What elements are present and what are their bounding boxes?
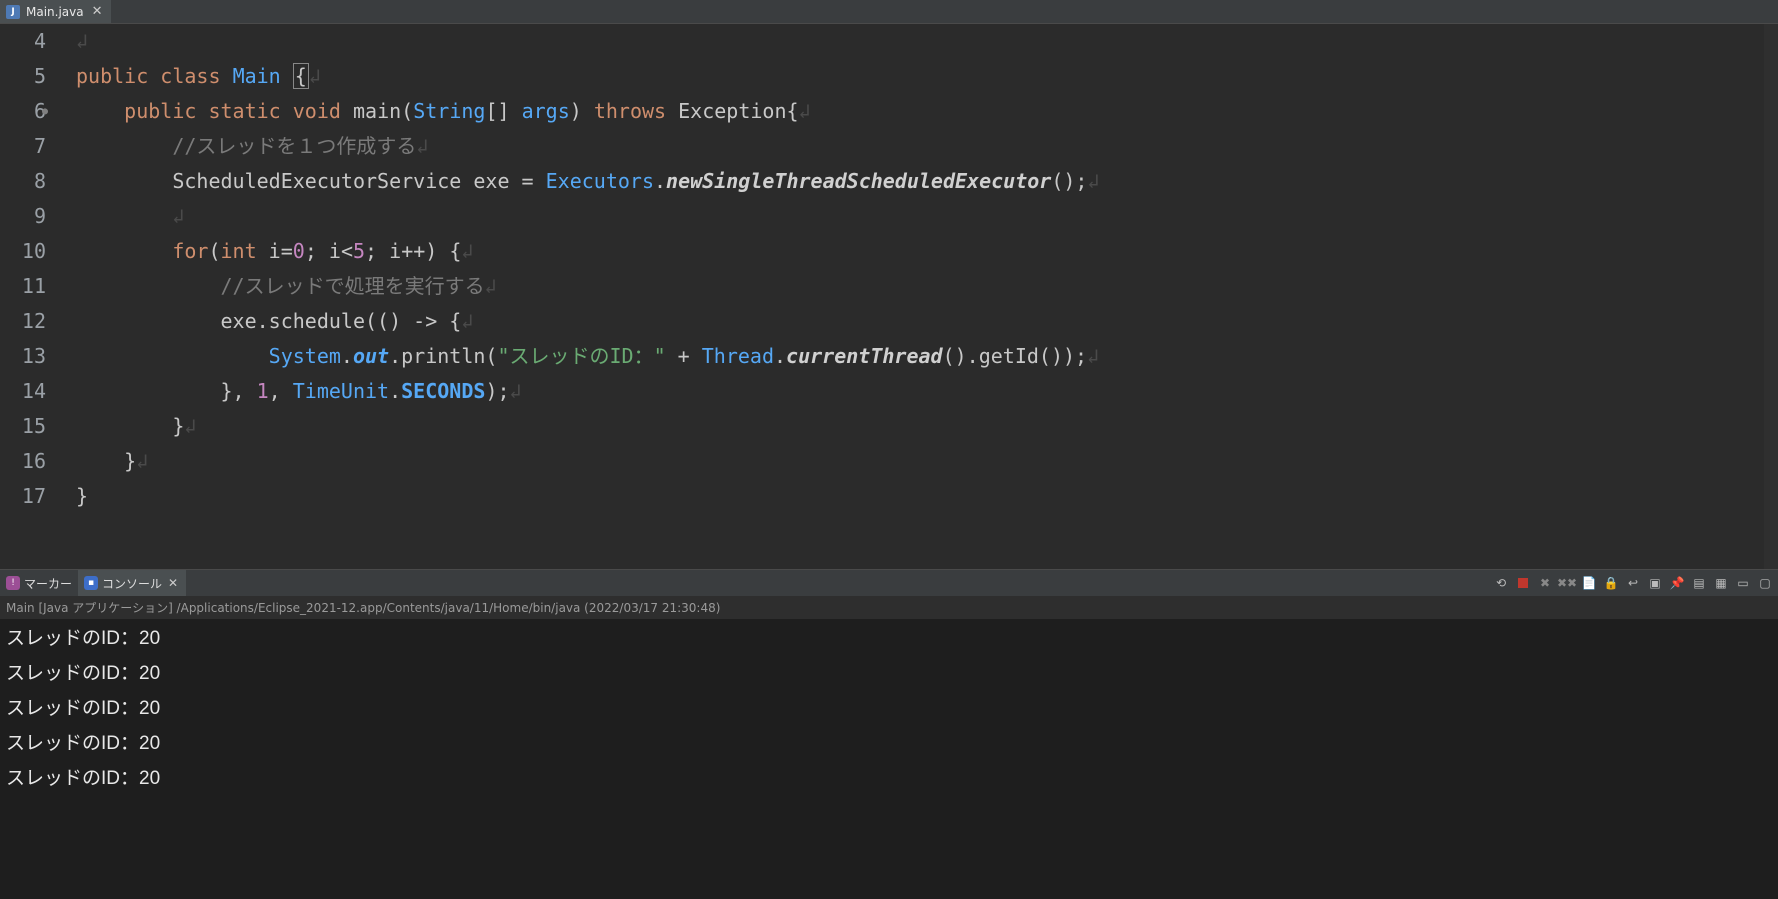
fold-guide (56, 24, 72, 59)
code-line[interactable]: public static void main(String[] args) t… (76, 94, 1778, 129)
line-number: 8 (0, 164, 46, 199)
line-number: 10 (0, 234, 46, 269)
fold-guide (56, 164, 72, 199)
vertical-scrollbar[interactable] (1764, 24, 1778, 569)
editor-tab-main-java[interactable]: J Main.java ✕ (0, 0, 111, 23)
clear-console-icon[interactable]: 📄 (1580, 574, 1598, 592)
terminate-icon[interactable] (1514, 574, 1532, 592)
fold-guide (56, 234, 72, 269)
close-icon[interactable]: ✕ (90, 4, 105, 19)
marker-icon: ! (6, 576, 20, 590)
close-icon[interactable]: ✕ (166, 576, 180, 590)
code-line[interactable]: for(int i=0; i<5; i++) {↲ (76, 234, 1778, 269)
fold-guide (56, 409, 72, 444)
code-line[interactable]: }, 1, TimeUnit.SECONDS);↲ (76, 374, 1778, 409)
fold-guide (56, 339, 72, 374)
line-number: 12 (0, 304, 46, 339)
word-wrap-icon[interactable]: ↩ (1624, 574, 1642, 592)
tab-console-label: コンソール (102, 575, 162, 592)
java-file-icon: J (6, 5, 20, 19)
fold-guide (56, 199, 72, 234)
code-line[interactable]: public class Main {↲ (76, 59, 1778, 94)
fold-guide (56, 374, 72, 409)
code-line[interactable]: //スレッドを１つ作成する↲ (76, 129, 1778, 164)
relaunch-icon[interactable]: ⟲ (1492, 574, 1510, 592)
code-line[interactable]: } (76, 479, 1778, 514)
code-line[interactable]: }↲ (76, 444, 1778, 479)
line-number: 13 (0, 339, 46, 374)
minimize-icon[interactable]: ▭ (1734, 574, 1752, 592)
code-line[interactable]: ↲ (76, 199, 1778, 234)
line-number: 11 (0, 269, 46, 304)
open-console-icon[interactable]: ▦ (1712, 574, 1730, 592)
console-run-header: Main [Java アプリケーション] /Applications/Eclip… (0, 596, 1778, 619)
show-console-icon[interactable]: ▣ (1646, 574, 1664, 592)
tab-markers-label: マーカー (24, 575, 72, 592)
line-number: 6 (0, 94, 46, 129)
fold-guide (56, 444, 72, 479)
line-number: 16 (0, 444, 46, 479)
line-number: 7 (0, 129, 46, 164)
console-line: スレッドのID：20 (6, 726, 1772, 761)
display-selected-icon[interactable]: ▤ (1690, 574, 1708, 592)
line-number: 14 (0, 374, 46, 409)
remove-all-icon[interactable]: ✖✖ (1558, 574, 1576, 592)
code-line[interactable]: ScheduledExecutorService exe = Executors… (76, 164, 1778, 199)
editor-tab-label: Main.java (26, 5, 84, 19)
fold-guide (56, 59, 72, 94)
editor-tab-bar: J Main.java ✕ (0, 0, 1778, 24)
code-line[interactable]: ↲ (76, 24, 1778, 59)
line-number: 15 (0, 409, 46, 444)
fold-guide (56, 479, 72, 514)
pin-console-icon[interactable]: 📌 (1668, 574, 1686, 592)
console-line: スレッドのID：20 (6, 656, 1772, 691)
line-number: 5 (0, 59, 46, 94)
fold-guide (56, 129, 72, 164)
maximize-icon[interactable]: ▢ (1756, 574, 1774, 592)
code-line[interactable]: exe.schedule(() -> {↲ (76, 304, 1778, 339)
scroll-lock-icon[interactable]: 🔒 (1602, 574, 1620, 592)
remove-launch-icon[interactable]: ✖ (1536, 574, 1554, 592)
tab-markers[interactable]: ! マーカー (0, 570, 78, 596)
code-line[interactable]: System.out.println("スレッドのID：" + Thread.c… (76, 339, 1778, 374)
console-line: スレッドのID：20 (6, 621, 1772, 656)
line-number: 17 (0, 479, 46, 514)
line-number: 9 (0, 199, 46, 234)
fold-column (56, 24, 72, 569)
line-number-gutter: 4567891011121314151617 (0, 24, 56, 569)
code-line[interactable]: }↲ (76, 409, 1778, 444)
console-icon: ▪ (84, 576, 98, 590)
bottom-panel: ! マーカー ▪ コンソール ✕ ⟲ ✖ ✖✖ 📄 🔒 ↩ ▣ 📌 ▤ ▦ ▭ … (0, 569, 1778, 899)
fold-guide (56, 304, 72, 339)
line-number: 4 (0, 24, 46, 59)
console-toolbar: ⟲ ✖ ✖✖ 📄 🔒 ↩ ▣ 📌 ▤ ▦ ▭ ▢ (1492, 570, 1774, 596)
console-line: スレッドのID：20 (6, 691, 1772, 726)
panel-tab-bar: ! マーカー ▪ コンソール ✕ ⟲ ✖ ✖✖ 📄 🔒 ↩ ▣ 📌 ▤ ▦ ▭ … (0, 570, 1778, 596)
fold-guide (56, 94, 72, 129)
console-line: スレッドのID：20 (6, 761, 1772, 796)
fold-guide (56, 269, 72, 304)
code-editor[interactable]: 4567891011121314151617 ↲public class Mai… (0, 24, 1778, 569)
console-output[interactable]: スレッドのID：20スレッドのID：20スレッドのID：20スレッドのID：20… (0, 619, 1778, 899)
tab-console[interactable]: ▪ コンソール ✕ (78, 570, 186, 596)
code-content[interactable]: ↲public class Main {↲ public static void… (72, 24, 1778, 569)
code-line[interactable]: //スレッドで処理を実行する↲ (76, 269, 1778, 304)
